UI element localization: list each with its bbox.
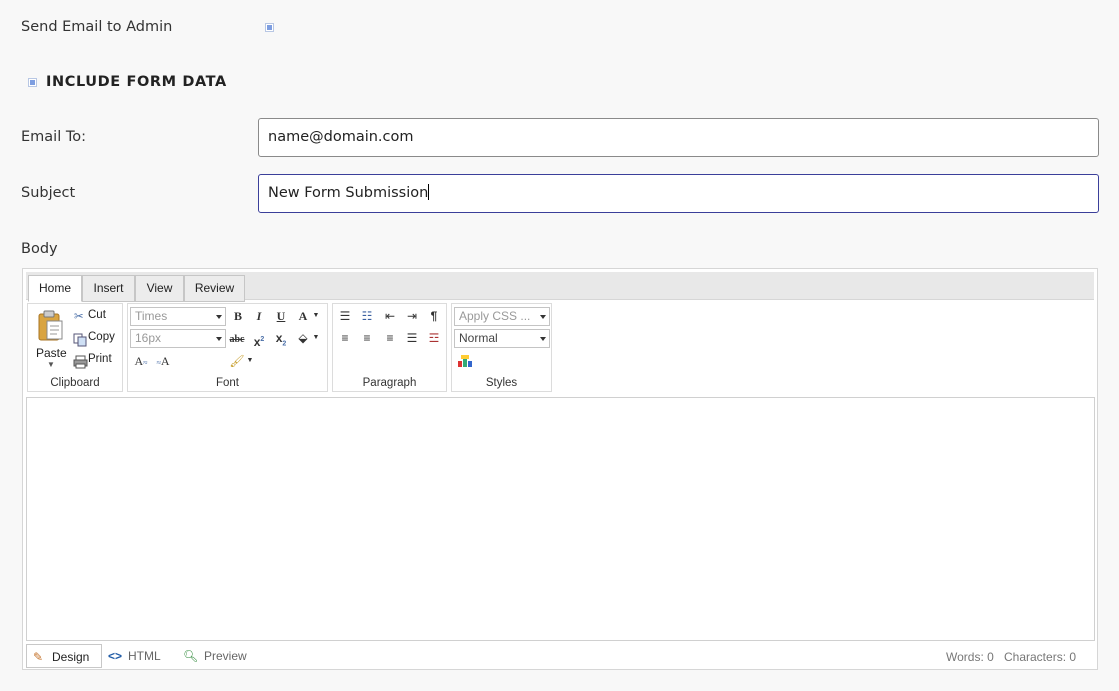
preview-mode-tab[interactable]: 🔍︎ Preview [183, 644, 263, 668]
spell-icon[interactable]: ≈A [154, 352, 172, 370]
copy-label: Copy [88, 331, 115, 343]
highlight-dropdown-icon[interactable]: ▼ [311, 329, 321, 347]
design-mode-tab[interactable]: ✎ Design [26, 644, 102, 668]
subject-input[interactable]: New Form Submission [258, 174, 1099, 213]
css-class-select[interactable]: Apply CSS ... [454, 307, 550, 326]
editor-content-area[interactable] [26, 397, 1095, 641]
justify-icon[interactable]: ☰ [403, 329, 421, 347]
clipboard-group-label: Clipboard [50, 377, 100, 389]
paragraph-format-value: Normal [459, 331, 498, 345]
font-family-select[interactable]: Times [130, 307, 226, 326]
email-to-input[interactable]: name@domain.com [258, 118, 1099, 157]
magnifier-icon: 🔍︎ [183, 649, 199, 663]
design-mode-label: Design [52, 650, 90, 664]
font-color-dropdown-icon[interactable]: ▼ [311, 307, 321, 325]
css-style-icon[interactable] [457, 354, 473, 368]
paste-dropdown-icon[interactable]: ▼ [47, 360, 55, 369]
include-form-data-label: INCLUDE FORM DATA [46, 74, 227, 90]
outdent-icon[interactable]: ⇤ [381, 307, 399, 325]
align-left-icon[interactable]: ≡ [336, 329, 354, 347]
cut-button[interactable]: ✂ Cut [72, 308, 118, 326]
bullet-list-icon[interactable]: ☰ [336, 307, 354, 325]
css-class-value: Apply CSS ... [459, 309, 531, 323]
email-to-value: name@domain.com [268, 129, 414, 145]
chevron-down-icon [216, 337, 222, 341]
tab-review[interactable]: Review [184, 275, 245, 302]
font-size-value: 16px [135, 331, 162, 345]
clear-format-icon[interactable]: A≈ [132, 352, 150, 370]
body-label: Body [21, 241, 58, 257]
copy-icon [73, 333, 87, 347]
character-count: Characters: 0 [1004, 650, 1077, 664]
font-group-label: Font [215, 377, 239, 389]
pencil-icon: ✎ [33, 650, 44, 664]
font-group: Times 16px B I U A ▼ abc x2 x2 ⬙ ▼ A≈ ≈A… [127, 303, 328, 392]
copy-button[interactable]: Copy [72, 330, 122, 348]
paste-button[interactable]: Paste ▼ [34, 308, 68, 369]
email-to-label: Email To: [21, 129, 86, 145]
paragraph-group-label: Paragraph [362, 377, 417, 389]
paste-icon [38, 310, 63, 341]
tab-insert[interactable]: Insert [82, 275, 135, 302]
superscript-icon[interactable]: x2 [250, 331, 268, 349]
indent-icon[interactable]: ⇥ [403, 307, 421, 325]
subscript-icon[interactable]: x2 [272, 329, 290, 347]
strikethrough-icon[interactable]: abc [228, 331, 246, 349]
print-button[interactable]: Print [72, 352, 122, 370]
paste-label: Paste [36, 346, 67, 360]
tab-home[interactable]: Home [28, 275, 82, 302]
cut-label: Cut [88, 309, 106, 321]
ribbon-tab-bar: Home Insert View Review [26, 272, 1094, 302]
chevron-down-icon [540, 315, 546, 319]
format-painter-icon[interactable]: 🖌 [228, 352, 246, 370]
print-label: Print [88, 353, 112, 365]
align-right-icon[interactable]: ≡ [381, 329, 399, 347]
print-icon [73, 355, 88, 369]
chevron-down-icon [216, 315, 222, 319]
send-email-checkbox[interactable] [265, 23, 274, 32]
horizontal-rule-icon[interactable]: ☲ [425, 329, 443, 347]
font-family-value: Times [135, 309, 168, 323]
clipboard-group: Paste ▼ ✂ Cut Copy Print Clipboard [27, 303, 123, 392]
preview-mode-label: Preview [204, 649, 247, 663]
text-caret [428, 184, 430, 200]
paragraph-group: ☰ ☷ ⇤ ⇥ ¶ ≡ ≡ ≡ ☰ ☲ Paragraph [332, 303, 447, 392]
highlight-icon[interactable]: ⬙ [294, 329, 312, 347]
cut-icon: ✂ [74, 311, 84, 323]
underline-icon[interactable]: U [272, 307, 290, 325]
bold-icon[interactable]: B [229, 307, 247, 325]
paragraph-mark-icon[interactable]: ¶ [425, 307, 443, 325]
font-color-icon[interactable]: A [294, 307, 312, 325]
italic-icon[interactable]: I [250, 307, 268, 325]
tab-view[interactable]: View [135, 275, 184, 302]
format-painter-dropdown-icon[interactable]: ▼ [245, 352, 255, 370]
send-email-label: Send Email to Admin [21, 19, 173, 35]
rich-text-editor: Home Insert View Review Paste ▼ ✂ Cut Co… [22, 268, 1098, 670]
styles-group: Apply CSS ... Normal Styles [451, 303, 552, 392]
subject-label: Subject [21, 185, 76, 201]
word-count: Words: 0 [946, 650, 994, 664]
numbered-list-icon[interactable]: ☷ [358, 307, 376, 325]
align-center-icon[interactable]: ≡ [358, 329, 376, 347]
include-form-data-checkbox[interactable] [28, 78, 37, 87]
subject-value: New Form Submission [268, 185, 429, 201]
html-mode-label: HTML [128, 649, 161, 663]
chevron-down-icon [540, 337, 546, 341]
font-size-select[interactable]: 16px [130, 329, 226, 348]
styles-group-label: Styles [485, 377, 518, 389]
code-icon: <> [108, 649, 123, 663]
html-mode-tab[interactable]: <> HTML [107, 644, 177, 668]
paragraph-format-select[interactable]: Normal [454, 329, 550, 348]
